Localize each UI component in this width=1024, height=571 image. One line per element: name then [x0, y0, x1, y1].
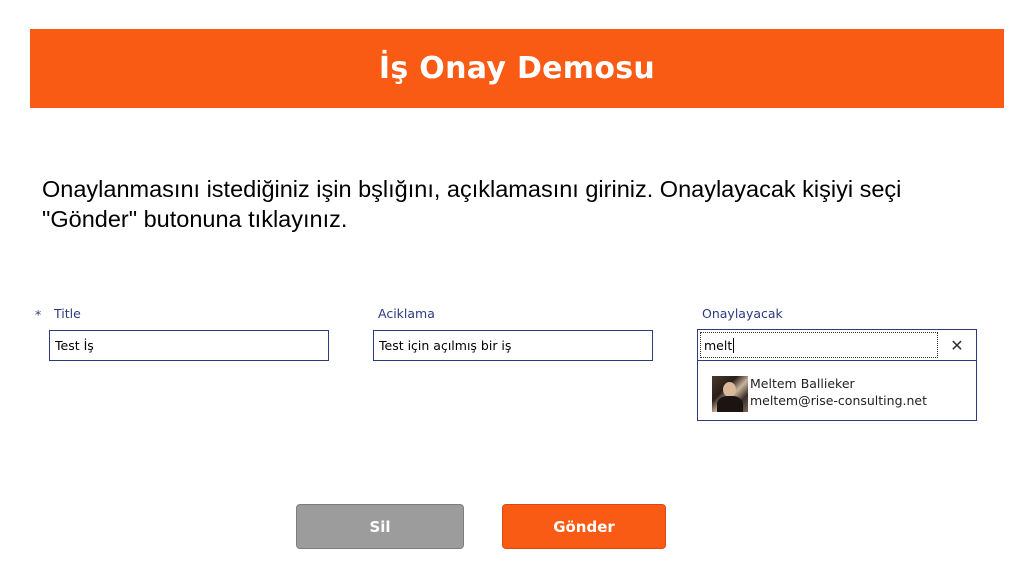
- instructions-text: Onaylanmasını istediğiniz işin bşlığını,…: [42, 174, 992, 234]
- sil-button[interactable]: Sil: [296, 504, 464, 549]
- onaylayacak-label: Onaylayacak: [702, 306, 783, 321]
- required-indicator: *: [35, 307, 42, 322]
- aciklama-input-value: Test için açılmış bir iş: [379, 338, 512, 353]
- avatar: [712, 376, 748, 412]
- title-input[interactable]: Test İş: [49, 330, 329, 361]
- close-icon[interactable]: ✕: [942, 332, 972, 358]
- instructions-line-1: Onaylanmasını istediğiniz işin bşlığını,…: [42, 176, 902, 202]
- instructions-line-2: "Gönder" butonuna tıklayınız.: [42, 206, 348, 232]
- gonder-button[interactable]: Gönder: [502, 504, 666, 549]
- title-input-value: Test İş: [55, 338, 94, 353]
- suggestion-email: meltem@rise-consulting.net: [750, 393, 928, 408]
- suggestion-name: Meltem Ballieker: [750, 376, 855, 391]
- onaylayacak-combobox[interactable]: melt ✕ Meltem Ballieker meltem@rise-cons…: [697, 329, 977, 421]
- app-header: İş Onay Demosu: [30, 29, 1004, 108]
- title-label: Title: [54, 306, 81, 321]
- aciklama-input[interactable]: Test için açılmış bir iş: [373, 330, 653, 361]
- combobox-divider: [698, 360, 976, 361]
- page-title: İş Onay Demosu: [378, 51, 656, 86]
- aciklama-label: Aciklama: [378, 306, 435, 321]
- person-suggestion-item[interactable]: Meltem Ballieker meltem@rise-consulting.…: [712, 375, 962, 413]
- text-caret: [733, 337, 735, 353]
- onaylayacak-search-input[interactable]: melt: [700, 332, 938, 358]
- onaylayacak-search-value: melt: [704, 337, 733, 353]
